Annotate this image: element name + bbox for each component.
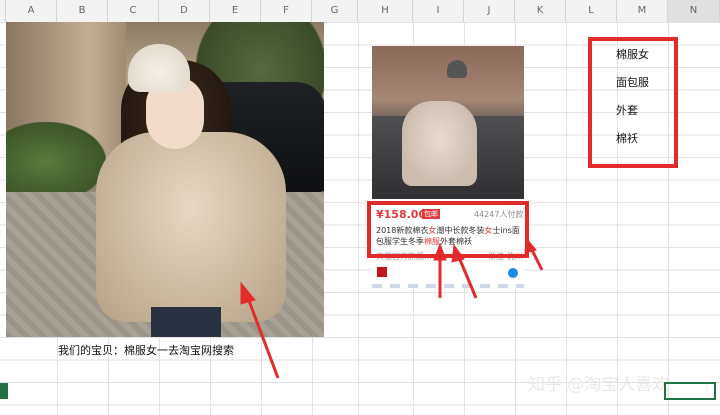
watermark: 知乎 @淘宝人喜欢: [528, 375, 670, 395]
keyword-item[interactable]: 面包服: [616, 74, 649, 102]
column-header-e[interactable]: E: [210, 0, 261, 22]
card-footer-strip: [372, 284, 524, 288]
wangwang-icon[interactable]: [508, 268, 518, 278]
column-header-g[interactable]: G: [312, 0, 358, 22]
column-header-l[interactable]: L: [566, 0, 617, 22]
selected-cell[interactable]: [664, 382, 716, 400]
row-indicator: [0, 383, 8, 399]
column-header-i[interactable]: I: [413, 0, 464, 22]
column-header-b[interactable]: B: [57, 0, 108, 22]
column-header-a[interactable]: A: [6, 0, 57, 22]
keyword-list: 棉服女 面包服 外套 棉袄: [616, 46, 649, 158]
column-header-n[interactable]: N: [668, 0, 720, 22]
column-header-d[interactable]: D: [159, 0, 210, 22]
column-header-h[interactable]: H: [358, 0, 413, 22]
column-header-c[interactable]: C: [108, 0, 159, 22]
column-header-f[interactable]: F: [261, 0, 312, 22]
price-title-highlight-box: [367, 201, 529, 258]
keyword-item[interactable]: 外套: [616, 102, 649, 130]
column-header-j[interactable]: J: [464, 0, 515, 22]
spreadsheet: A B C D E F G H I J K L M N 我们的宝贝：棉服女一去淘…: [0, 0, 720, 415]
tmall-icon: [377, 267, 387, 277]
column-header-row: A B C D E F G H I J K L M N: [0, 0, 720, 23]
product-photo-large[interactable]: [6, 22, 324, 337]
product-card-photo[interactable]: [372, 46, 524, 199]
column-header-k[interactable]: K: [515, 0, 566, 22]
column-header-m[interactable]: M: [617, 0, 668, 22]
caption-text: 我们的宝贝：棉服女一去淘宝网搜索: [58, 344, 234, 357]
keyword-item[interactable]: 棉服女: [616, 46, 649, 74]
keyword-item[interactable]: 棉袄: [616, 130, 649, 158]
